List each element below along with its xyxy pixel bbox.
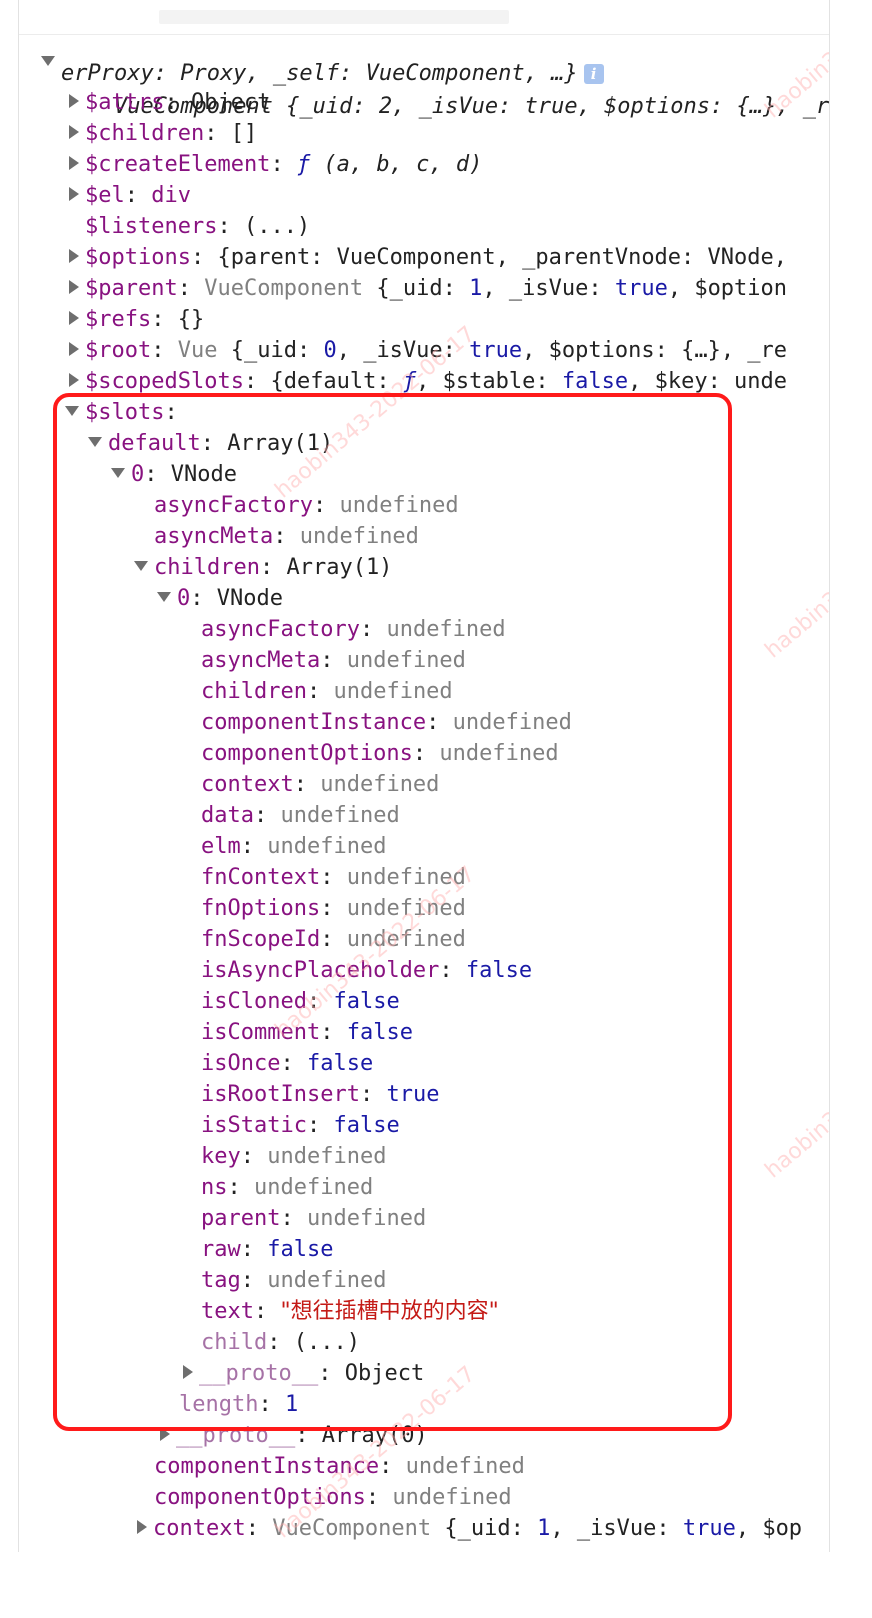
object-summary-line2: erProxy: Proxy, _self: VueComponent, …}: [61, 61, 578, 86]
collapsed-triangle-icon[interactable]: [69, 249, 79, 263]
prop-children[interactable]: $children: []: [67, 119, 257, 149]
slots-highlight-box: [53, 393, 732, 1431]
prop-parent[interactable]: $parent: VueComponent {_uid: 1, _isVue: …: [67, 274, 787, 304]
toolbar-tab-placeholder[interactable]: [159, 10, 254, 24]
collapsed-triangle-icon[interactable]: [137, 1520, 147, 1534]
filter-input[interactable]: [244, 10, 509, 24]
collapsed-triangle-icon[interactable]: [69, 156, 79, 170]
object-summary-line2-row: erProxy: Proxy, _self: VueComponent, …} i: [61, 59, 604, 89]
collapsed-triangle-icon[interactable]: [69, 187, 79, 201]
console-toolbar: [19, 0, 829, 35]
prop-refs[interactable]: $refs: {}: [67, 305, 204, 335]
collapsed-triangle-icon[interactable]: [69, 94, 79, 108]
prop-createElement[interactable]: $createElement: ƒ (a, b, c, d): [67, 150, 482, 180]
collapsed-triangle-icon[interactable]: [69, 280, 79, 294]
collapsed-triangle-icon[interactable]: [69, 125, 79, 139]
collapsed-triangle-icon[interactable]: [69, 373, 79, 387]
prop-options[interactable]: $options: {parent: VueComponent, _parent…: [67, 243, 787, 273]
object-header[interactable]: VueComponent {_uid: 2, _isVue: true, $op…: [41, 32, 829, 119]
expand-triangle-icon[interactable]: [41, 56, 55, 66]
prop-listeners[interactable]: $listeners: (...): [85, 212, 310, 242]
collapsed-triangle-icon[interactable]: [69, 311, 79, 325]
collapsed-triangle-icon[interactable]: [69, 342, 79, 356]
watermark-text: haobin343-2022-06-17: [760, 1001, 830, 1184]
prop-context[interactable]: context: VueComponent {_uid: 1, _isVue: …: [135, 1514, 802, 1544]
prop-el[interactable]: $el: div: [67, 181, 191, 211]
info-icon[interactable]: i: [583, 64, 604, 84]
watermark-text: haobin343-2022-06-17: [760, 481, 830, 664]
prop-attrs[interactable]: $attrs: Object: [67, 88, 270, 118]
